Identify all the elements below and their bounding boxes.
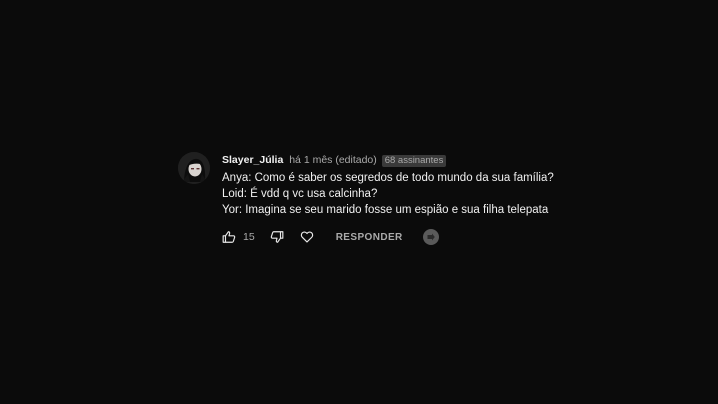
avatar-image xyxy=(178,152,210,184)
subscribers-badge: 68 assinantes xyxy=(381,155,447,167)
comment-text: Anya: Como é saber os segredos de todo m… xyxy=(222,170,562,218)
thumbs-up-icon[interactable] xyxy=(221,229,237,245)
author-name[interactable]: Slayer_Júlia xyxy=(222,154,283,166)
creator-badge-icon xyxy=(422,229,439,245)
comment-header: Slayer_Júlia há 1 mês (editado) 68 assin… xyxy=(222,152,562,168)
heart-icon[interactable] xyxy=(299,229,315,245)
comment-line-3: Yor: Imagina se seu marido fosse um espi… xyxy=(222,204,549,216)
like-count: 15 xyxy=(243,231,255,243)
reply-button[interactable]: RESPONDER xyxy=(336,232,403,243)
comment-actions: 15 RESPONDER xyxy=(221,228,439,246)
thumbs-down-icon[interactable] xyxy=(269,229,285,245)
comment-timestamp[interactable]: há 1 mês (editado) xyxy=(289,154,377,166)
comment-line-2: Loid: É vdd q vc usa calcinha? xyxy=(222,188,378,200)
avatar[interactable] xyxy=(178,152,210,184)
comment-line-1: Anya: Como é saber os segredos de todo m… xyxy=(222,172,554,184)
video-frame: Slayer_Júlia há 1 mês (editado) 68 assin… xyxy=(0,0,718,404)
comment-body: Slayer_Júlia há 1 mês (editado) 68 assin… xyxy=(222,152,562,245)
